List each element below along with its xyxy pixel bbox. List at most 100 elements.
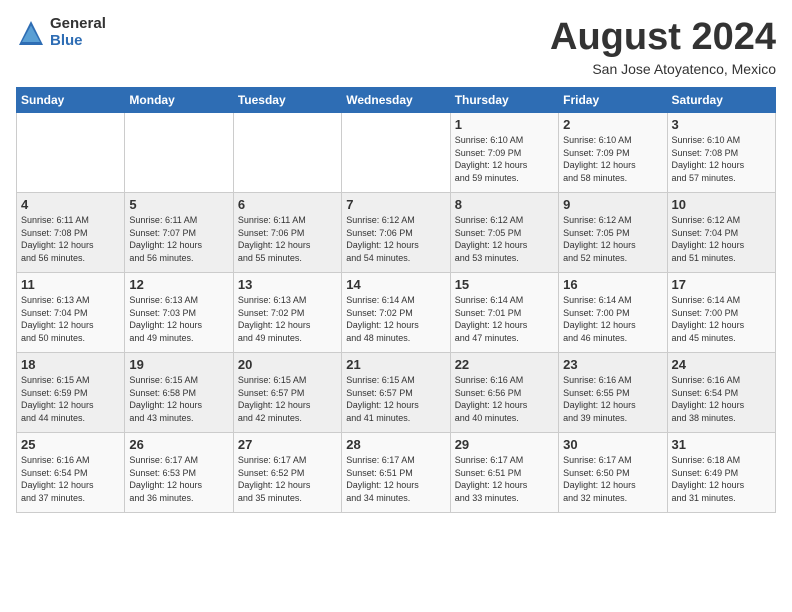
day-info: Sunrise: 6:15 AM Sunset: 6:57 PM Dayligh… (346, 374, 445, 424)
day-info: Sunrise: 6:13 AM Sunset: 7:04 PM Dayligh… (21, 294, 120, 344)
calendar-cell: 24Sunrise: 6:16 AM Sunset: 6:54 PM Dayli… (667, 353, 775, 433)
day-number: 7 (346, 197, 445, 212)
calendar-cell: 26 Sunrise: 6:17 AM Sunset: 6:53 PM Dayli… (125, 433, 233, 513)
day-number: 23 (563, 357, 662, 372)
calendar-table: SundayMondayTuesdayWednesdayThursdayFrid… (16, 87, 776, 513)
calendar-cell: 2 Sunrise: 6:10 AM Sunset: 7:09 PM Daylig… (559, 113, 667, 193)
day-number: 12 (129, 277, 228, 292)
calendar-cell (233, 113, 341, 193)
day-number: 17 (672, 277, 771, 292)
day-number: 24 (672, 357, 771, 372)
day-number: 4 (21, 197, 120, 212)
day-info: Sunrise: 6:17 AM Sunset: 6:51 PM Dayligh… (455, 454, 554, 504)
calendar-cell: 17 Sunrise: 6:14 AM Sunset: 7:00 PM Dayli… (667, 273, 775, 353)
day-info: Sunrise: 6:11 AM Sunset: 7:06 PM Dayligh… (238, 214, 337, 264)
day-number: 21 (346, 357, 445, 372)
calendar-cell: 14 Sunrise: 6:14 AM Sunset: 7:02 PM Dayli… (342, 273, 450, 353)
logo-general-text: General (50, 16, 106, 33)
day-info: Sunrise: 6:17 AM Sunset: 6:53 PM Dayligh… (129, 454, 228, 504)
title-block: August 2024 San Jose Atoyatenco, Mexico (550, 16, 776, 77)
calendar-cell: 12 Sunrise: 6:13 AM Sunset: 7:03 PM Dayli… (125, 273, 233, 353)
day-number: 14 (346, 277, 445, 292)
calendar-cell (17, 113, 125, 193)
calendar-cell: 7Sunrise: 6:12 AM Sunset: 7:06 PM Daylig… (342, 193, 450, 273)
calendar-cell: 15 Sunrise: 6:14 AM Sunset: 7:01 PM Dayli… (450, 273, 558, 353)
day-info: Sunrise: 6:12 AM Sunset: 7:05 PM Dayligh… (455, 214, 554, 264)
calendar-cell: 11 Sunrise: 6:13 AM Sunset: 7:04 PM Dayli… (17, 273, 125, 353)
day-number: 16 (563, 277, 662, 292)
day-info: Sunrise: 6:15 AM Sunset: 6:58 PM Dayligh… (129, 374, 228, 424)
calendar-cell: 25Sunrise: 6:16 AM Sunset: 6:54 PM Dayli… (17, 433, 125, 513)
calendar-cell: 21 Sunrise: 6:15 AM Sunset: 6:57 PM Dayli… (342, 353, 450, 433)
day-number: 20 (238, 357, 337, 372)
day-info: Sunrise: 6:14 AM Sunset: 7:01 PM Dayligh… (455, 294, 554, 344)
calendar-week-0: 1 Sunrise: 6:10 AM Sunset: 7:09 PM Daylig… (17, 113, 776, 193)
header-day-sunday: Sunday (17, 88, 125, 113)
header-day-saturday: Saturday (667, 88, 775, 113)
day-number: 13 (238, 277, 337, 292)
header-day-friday: Friday (559, 88, 667, 113)
calendar-cell: 31 Sunrise: 6:18 AM Sunset: 6:49 PM Dayli… (667, 433, 775, 513)
day-number: 6 (238, 197, 337, 212)
page-header: General Blue August 2024 San Jose Atoyat… (16, 16, 776, 77)
logo-blue-text: Blue (50, 33, 106, 50)
day-info: Sunrise: 6:13 AM Sunset: 7:02 PM Dayligh… (238, 294, 337, 344)
header-day-wednesday: Wednesday (342, 88, 450, 113)
calendar-cell: 6 Sunrise: 6:11 AM Sunset: 7:06 PM Daylig… (233, 193, 341, 273)
day-number: 8 (455, 197, 554, 212)
day-number: 31 (672, 437, 771, 452)
day-number: 19 (129, 357, 228, 372)
day-info: Sunrise: 6:14 AM Sunset: 7:02 PM Dayligh… (346, 294, 445, 344)
calendar-cell: 22Sunrise: 6:16 AM Sunset: 6:56 PM Dayli… (450, 353, 558, 433)
day-info: Sunrise: 6:18 AM Sunset: 6:49 PM Dayligh… (672, 454, 771, 504)
day-number: 11 (21, 277, 120, 292)
day-number: 26 (129, 437, 228, 452)
day-info: Sunrise: 6:15 AM Sunset: 6:57 PM Dayligh… (238, 374, 337, 424)
calendar-cell: 18Sunrise: 6:15 AM Sunset: 6:59 PM Dayli… (17, 353, 125, 433)
calendar-cell: 28Sunrise: 6:17 AM Sunset: 6:51 PM Dayli… (342, 433, 450, 513)
day-info: Sunrise: 6:12 AM Sunset: 7:05 PM Dayligh… (563, 214, 662, 264)
day-number: 18 (21, 357, 120, 372)
day-number: 15 (455, 277, 554, 292)
day-info: Sunrise: 6:16 AM Sunset: 6:55 PM Dayligh… (563, 374, 662, 424)
calendar-cell: 30Sunrise: 6:17 AM Sunset: 6:50 PM Dayli… (559, 433, 667, 513)
day-info: Sunrise: 6:17 AM Sunset: 6:50 PM Dayligh… (563, 454, 662, 504)
calendar-cell: 3 Sunrise: 6:10 AM Sunset: 7:08 PM Daylig… (667, 113, 775, 193)
day-number: 3 (672, 117, 771, 132)
calendar-week-4: 25Sunrise: 6:16 AM Sunset: 6:54 PM Dayli… (17, 433, 776, 513)
calendar-cell: 20 Sunrise: 6:15 AM Sunset: 6:57 PM Dayli… (233, 353, 341, 433)
calendar-cell: 13 Sunrise: 6:13 AM Sunset: 7:02 PM Dayli… (233, 273, 341, 353)
calendar-cell (125, 113, 233, 193)
header-day-monday: Monday (125, 88, 233, 113)
calendar-cell: 4 Sunrise: 6:11 AM Sunset: 7:08 PM Daylig… (17, 193, 125, 273)
location-text: San Jose Atoyatenco, Mexico (550, 61, 776, 77)
calendar-cell: 8 Sunrise: 6:12 AM Sunset: 7:05 PM Daylig… (450, 193, 558, 273)
month-title: August 2024 (550, 16, 776, 59)
logo: General Blue (16, 16, 106, 49)
calendar-body: 1 Sunrise: 6:10 AM Sunset: 7:09 PM Daylig… (17, 113, 776, 513)
calendar-week-3: 18Sunrise: 6:15 AM Sunset: 6:59 PM Dayli… (17, 353, 776, 433)
logo-icon (16, 18, 46, 48)
day-number: 27 (238, 437, 337, 452)
day-number: 29 (455, 437, 554, 452)
day-info: Sunrise: 6:17 AM Sunset: 6:51 PM Dayligh… (346, 454, 445, 504)
day-info: Sunrise: 6:11 AM Sunset: 7:08 PM Dayligh… (21, 214, 120, 264)
calendar-week-1: 4 Sunrise: 6:11 AM Sunset: 7:08 PM Daylig… (17, 193, 776, 273)
calendar-cell: 9 Sunrise: 6:12 AM Sunset: 7:05 PM Daylig… (559, 193, 667, 273)
day-number: 9 (563, 197, 662, 212)
calendar-cell (342, 113, 450, 193)
day-number: 25 (21, 437, 120, 452)
calendar-cell: 1 Sunrise: 6:10 AM Sunset: 7:09 PM Daylig… (450, 113, 558, 193)
day-info: Sunrise: 6:10 AM Sunset: 7:08 PM Dayligh… (672, 134, 771, 184)
day-number: 1 (455, 117, 554, 132)
day-number: 2 (563, 117, 662, 132)
day-info: Sunrise: 6:10 AM Sunset: 7:09 PM Dayligh… (563, 134, 662, 184)
day-info: Sunrise: 6:17 AM Sunset: 6:52 PM Dayligh… (238, 454, 337, 504)
calendar-cell: 16Sunrise: 6:14 AM Sunset: 7:00 PM Dayli… (559, 273, 667, 353)
day-info: Sunrise: 6:10 AM Sunset: 7:09 PM Dayligh… (455, 134, 554, 184)
day-info: Sunrise: 6:14 AM Sunset: 7:00 PM Dayligh… (672, 294, 771, 344)
day-info: Sunrise: 6:11 AM Sunset: 7:07 PM Dayligh… (129, 214, 228, 264)
day-info: Sunrise: 6:13 AM Sunset: 7:03 PM Dayligh… (129, 294, 228, 344)
day-number: 10 (672, 197, 771, 212)
calendar-cell: 10Sunrise: 6:12 AM Sunset: 7:04 PM Dayli… (667, 193, 775, 273)
